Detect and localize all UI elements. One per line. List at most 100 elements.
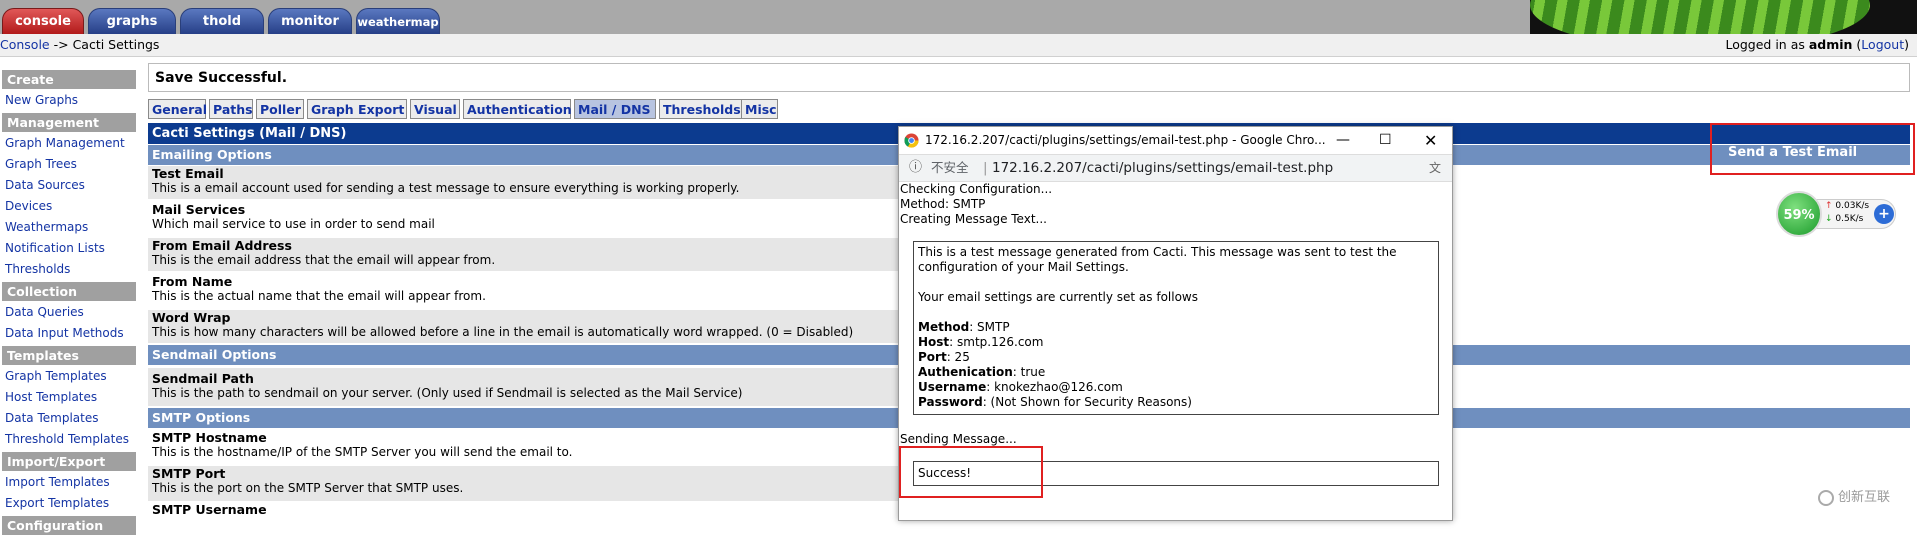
popup-address-bar[interactable]: ⓘ 不安全 | 172.16.2.207/cacti/plugins/setti… [899,154,1452,182]
tab-graphs[interactable]: graphs [88,8,176,34]
setting-line: Method: SMTP [918,320,1434,335]
setting-title: SMTP Port [152,466,226,481]
menu-new-graphs[interactable]: New Graphs [0,90,136,111]
tab-console[interactable]: console [2,8,84,34]
tab-weathermap[interactable]: weathermap [356,8,440,34]
memory-gauge[interactable]: 59% [1776,191,1822,237]
success-highlight [899,446,1043,498]
setting-title: Sendmail Path [152,371,254,386]
tab-monitor[interactable]: monitor [268,8,352,34]
logout-link[interactable]: Logout [1861,37,1904,52]
left-menu: Create New Graphs Management Graph Manag… [0,68,136,536]
setting-mail-services: Mail Services Which mail service to use … [148,202,900,235]
setting-line: Username: knokezhao@126.com [918,380,1434,395]
upload-speed-value: 0.03K/s [1835,201,1870,211]
setting-value: : SMTP [969,320,1010,334]
message-intro: This is a test message generated from Ca… [918,245,1397,274]
setting-label: Host [918,335,950,349]
setting-label: Authenication [918,365,1013,379]
translate-icon[interactable]: 文 [1429,155,1441,181]
address-divider: | [983,160,988,176]
chrome-icon [904,133,919,148]
setting-sendmail-path: Sendmail Path This is the path to sendma… [148,368,900,406]
setting-line: Password: (Not Shown for Security Reason… [918,395,1434,410]
popup-titlebar: 172.16.2.207/cacti/plugins/settings/emai… [899,127,1452,154]
tab-thold[interactable]: thold [180,8,264,34]
menu-header-import-export: Import/Export [2,452,136,471]
menu-host-templates[interactable]: Host Templates [0,387,136,408]
setting-desc: This is the port on the SMTP Server that… [152,481,464,495]
info-icon[interactable]: ⓘ [909,155,922,181]
menu-export-templates[interactable]: Export Templates [0,493,136,514]
menu-header-create: Create [2,70,136,89]
login-user: admin [1808,37,1853,52]
setting-title: SMTP Hostname [152,430,267,445]
setting-title: From Email Address [152,238,292,253]
tab-thresholds[interactable]: Thresholds [659,99,744,119]
tab-visual[interactable]: Visual [410,99,460,119]
setting-label: Password [918,395,983,409]
menu-data-sources[interactable]: Data Sources [0,175,136,196]
menu-graph-management[interactable]: Graph Management [0,133,136,154]
popup-url: 172.16.2.207/cacti/plugins/settings/emai… [992,160,1334,176]
setting-desc: This is how many characters will be allo… [152,325,854,339]
setting-from-email: From Email Address This is the email add… [148,238,900,271]
menu-header-collection: Collection Methods [2,282,136,318]
setting-smtp-port: SMTP Port This is the port on the SMTP S… [148,466,900,501]
menu-graph-templates[interactable]: Graph Templates [0,366,136,387]
setting-label: Method [918,320,970,334]
message-current: Your email settings are currently set as… [918,290,1198,304]
tab-authentication[interactable]: Authentication [463,99,572,119]
menu-devices[interactable]: Devices [0,196,136,217]
setting-desc: This is a email account used for sending… [152,181,740,195]
minimize-icon[interactable]: — [1336,127,1350,154]
breadcrumb-current: Cacti Settings [72,37,160,52]
menu-data-input-methods[interactable]: Data Input Methods [0,323,136,344]
setting-value: : knokezhao@126.com [986,380,1123,394]
setting-label: Port [918,350,947,364]
email-test-popup: 172.16.2.207/cacti/plugins/settings/emai… [898,126,1453,521]
menu-weathermaps[interactable]: Weathermaps [0,217,136,238]
menu-threshold-templates[interactable]: Threshold Templates [0,429,136,450]
upload-arrow-icon: ↑ [1825,201,1833,211]
menu-thresholds[interactable]: Thresholds [0,259,136,280]
menu-data-templates[interactable]: Data Templates [0,408,136,429]
status-line: Checking Configuration... [900,182,1053,196]
setting-title: SMTP Username [152,502,267,517]
setting-desc: This is the hostname/IP of the SMTP Serv… [152,445,573,459]
plus-icon[interactable]: + [1874,204,1894,224]
close-icon[interactable]: ✕ [1424,127,1437,154]
setting-from-name: From Name This is the actual name that t… [148,274,900,307]
menu-header-templates: Templates [2,346,136,365]
login-prefix: Logged in as [1725,37,1809,52]
setting-line: Authenication: true [918,365,1434,380]
setting-label: Username [918,380,987,394]
tab-mail-dns[interactable]: Mail / DNS [574,99,656,119]
menu-header-management: Management [2,113,136,132]
setting-value: : (Not Shown for Security Reasons) [982,395,1192,409]
breadcrumb-console-link[interactable]: Console [0,37,50,52]
breadcrumb-separator: -> [49,37,73,52]
menu-data-queries[interactable]: Data Queries [0,302,136,323]
tab-graph-export[interactable]: Graph Export [307,99,407,119]
tab-general[interactable]: General [148,99,207,119]
watermark-logo-icon [1818,489,1834,506]
tab-paths[interactable]: Paths [209,99,253,119]
popup-title: 172.16.2.207/cacti/plugins/settings/emai… [925,133,1326,147]
message-preview: This is a test message generated from Ca… [913,241,1439,415]
setting-desc: This is the path to sendmail on your ser… [152,386,743,400]
menu-notification-lists[interactable]: Notification Lists [0,238,136,259]
menu-import-templates[interactable]: Import Templates [0,472,136,493]
setting-desc: This is the actual name that the email w… [152,289,486,303]
setting-title: Test Email [152,166,224,181]
maximize-icon[interactable]: ☐ [1379,127,1392,154]
cactus-logo [1530,0,1917,34]
setting-test-email: Test Email This is a email account used … [148,166,900,199]
tab-poller[interactable]: Poller [256,99,304,119]
tab-misc[interactable]: Misc [741,99,778,119]
menu-graph-trees[interactable]: Graph Trees [0,154,136,175]
network-speed-widget: ↑ 0.03K/s ↓ 0.5K/s 59% + [1776,191,1898,237]
status-line: Creating Message Text... [900,212,1047,226]
setting-smtp-hostname: SMTP Hostname This is the hostname/IP of… [148,430,900,465]
insecure-label: 不安全 [931,160,969,175]
